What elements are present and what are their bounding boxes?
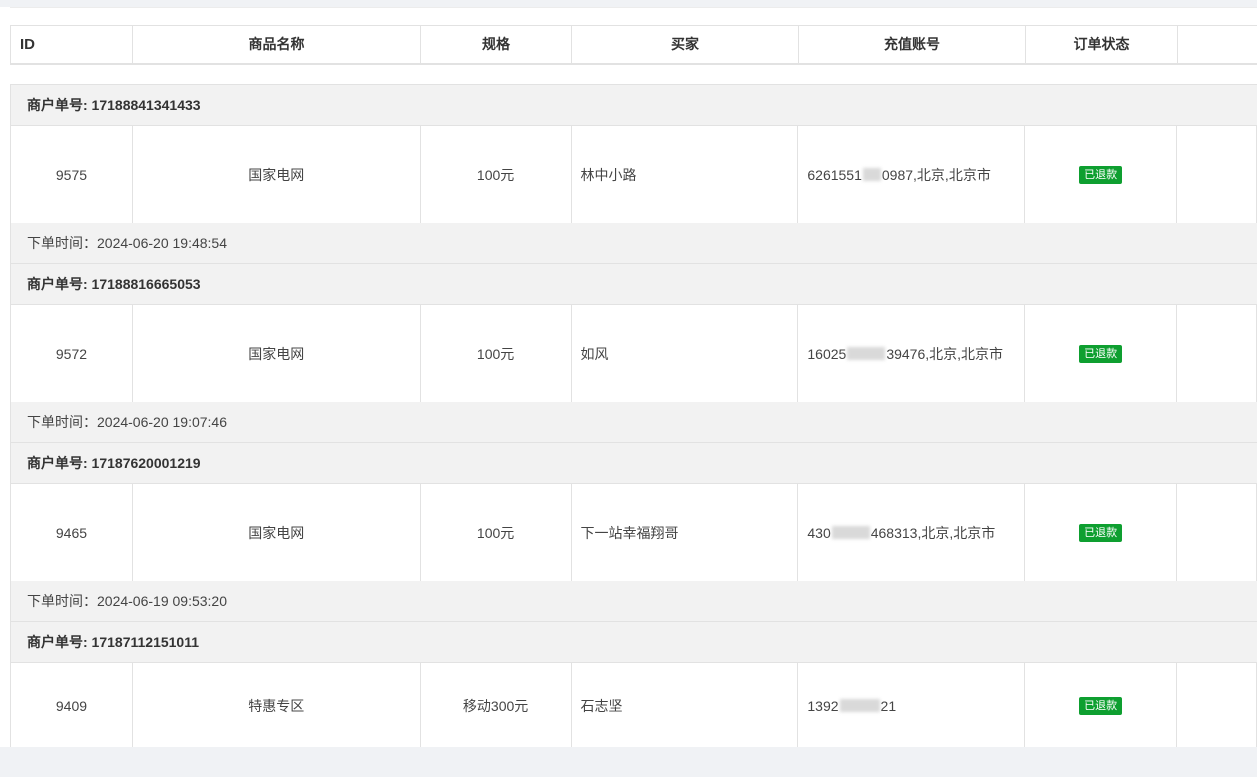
panel-top-line <box>10 7 1257 8</box>
header-order-status: 订单状态 <box>1026 26 1178 63</box>
header-id: ID <box>11 26 133 63</box>
account-visible-end: 21 <box>880 697 897 714</box>
top-strip <box>0 0 1257 7</box>
order-id: 9465 <box>11 484 133 581</box>
header-operations <box>1178 26 1257 63</box>
merchant-order-no: 商户单号: 17187620001219 <box>10 442 1257 484</box>
account-visible-end: 39476,北京,北京市 <box>886 345 1004 362</box>
product-name: 国家电网 <box>133 126 421 223</box>
account-visible-start: 16025 <box>807 345 847 362</box>
redaction-mask <box>839 699 880 712</box>
recharge-account: 1392 21 <box>798 663 1026 748</box>
order-id: 9572 <box>11 305 133 402</box>
redaction-mask <box>831 526 870 539</box>
order-list: 商户单号: 17188841341433 9575 国家电网 100元 林中小路… <box>10 84 1257 748</box>
product-spec: 移动300元 <box>421 663 572 748</box>
product-spec: 100元 <box>421 484 572 581</box>
header-product-name: 商品名称 <box>133 26 421 63</box>
header-recharge-account: 充值账号 <box>799 26 1026 63</box>
merchant-order-no: 商户单号: 17187112151011 <box>10 621 1257 663</box>
order-id: 9409 <box>11 663 133 748</box>
account-visible-end: 468313,北京,北京市 <box>870 524 996 541</box>
buyer-name: 如风 <box>572 305 799 402</box>
table-row: 9465 国家电网 100元 下一站幸福翔哥 430 468313,北京,北京市… <box>10 484 1257 581</box>
orders-panel: ID 商品名称 规格 买家 充值账号 订单状态 商户单号: 1718884134… <box>0 7 1257 748</box>
order-status: 已退款 <box>1025 663 1178 748</box>
header-spec: 规格 <box>421 26 572 63</box>
table-row: 9575 国家电网 100元 林中小路 6261551 0987,北京,北京市 … <box>10 126 1257 223</box>
order-time: 下单时间：2024-06-20 19:07:46 <box>10 402 1257 442</box>
recharge-account: 430 468313,北京,北京市 <box>798 484 1026 581</box>
product-name: 国家电网 <box>133 484 421 581</box>
product-name: 特惠专区 <box>133 663 421 748</box>
account-visible-start: 1392 <box>807 697 839 714</box>
order-time: 下单时间：2024-06-19 09:53:20 <box>10 581 1257 621</box>
redaction-mask <box>862 168 881 181</box>
table-header: ID 商品名称 规格 买家 充值账号 订单状态 <box>10 25 1257 65</box>
operations-cell <box>1177 305 1257 402</box>
redaction-mask <box>847 347 886 360</box>
merchant-order-no: 商户单号: 17188841341433 <box>10 84 1257 126</box>
order-status: 已退款 <box>1025 305 1178 402</box>
product-spec: 100元 <box>421 126 572 223</box>
order-status: 已退款 <box>1025 484 1178 581</box>
recharge-account: 16025 39476,北京,北京市 <box>798 305 1026 402</box>
order-id: 9575 <box>11 126 133 223</box>
order-time: 下单时间：2024-06-20 19:48:54 <box>10 223 1257 263</box>
operations-cell <box>1177 484 1257 581</box>
account-visible-end: 0987,北京,北京市 <box>881 166 991 183</box>
status-badge: 已退款 <box>1079 696 1123 715</box>
recharge-account: 6261551 0987,北京,北京市 <box>798 126 1026 223</box>
buyer-name: 林中小路 <box>572 126 799 223</box>
account-visible-start: 6261551 <box>807 166 862 183</box>
status-badge: 已退款 <box>1079 165 1123 184</box>
product-name: 国家电网 <box>133 305 421 402</box>
buyer-name: 下一站幸福翔哥 <box>572 484 799 581</box>
bottom-strip <box>0 747 1257 777</box>
status-badge: 已退款 <box>1079 523 1123 542</box>
product-spec: 100元 <box>421 305 572 402</box>
table-row: 9409 特惠专区 移动300元 石志坚 1392 21 已退款 <box>10 663 1257 748</box>
merchant-order-no: 商户单号: 17188816665053 <box>10 263 1257 305</box>
operations-cell <box>1177 126 1257 223</box>
operations-cell <box>1177 663 1257 748</box>
status-badge: 已退款 <box>1079 344 1123 363</box>
order-status: 已退款 <box>1025 126 1178 223</box>
account-visible-start: 430 <box>807 524 831 541</box>
table-row: 9572 国家电网 100元 如风 16025 39476,北京,北京市 已退款 <box>10 305 1257 402</box>
header-buyer: 买家 <box>572 26 799 63</box>
buyer-name: 石志坚 <box>572 663 799 748</box>
